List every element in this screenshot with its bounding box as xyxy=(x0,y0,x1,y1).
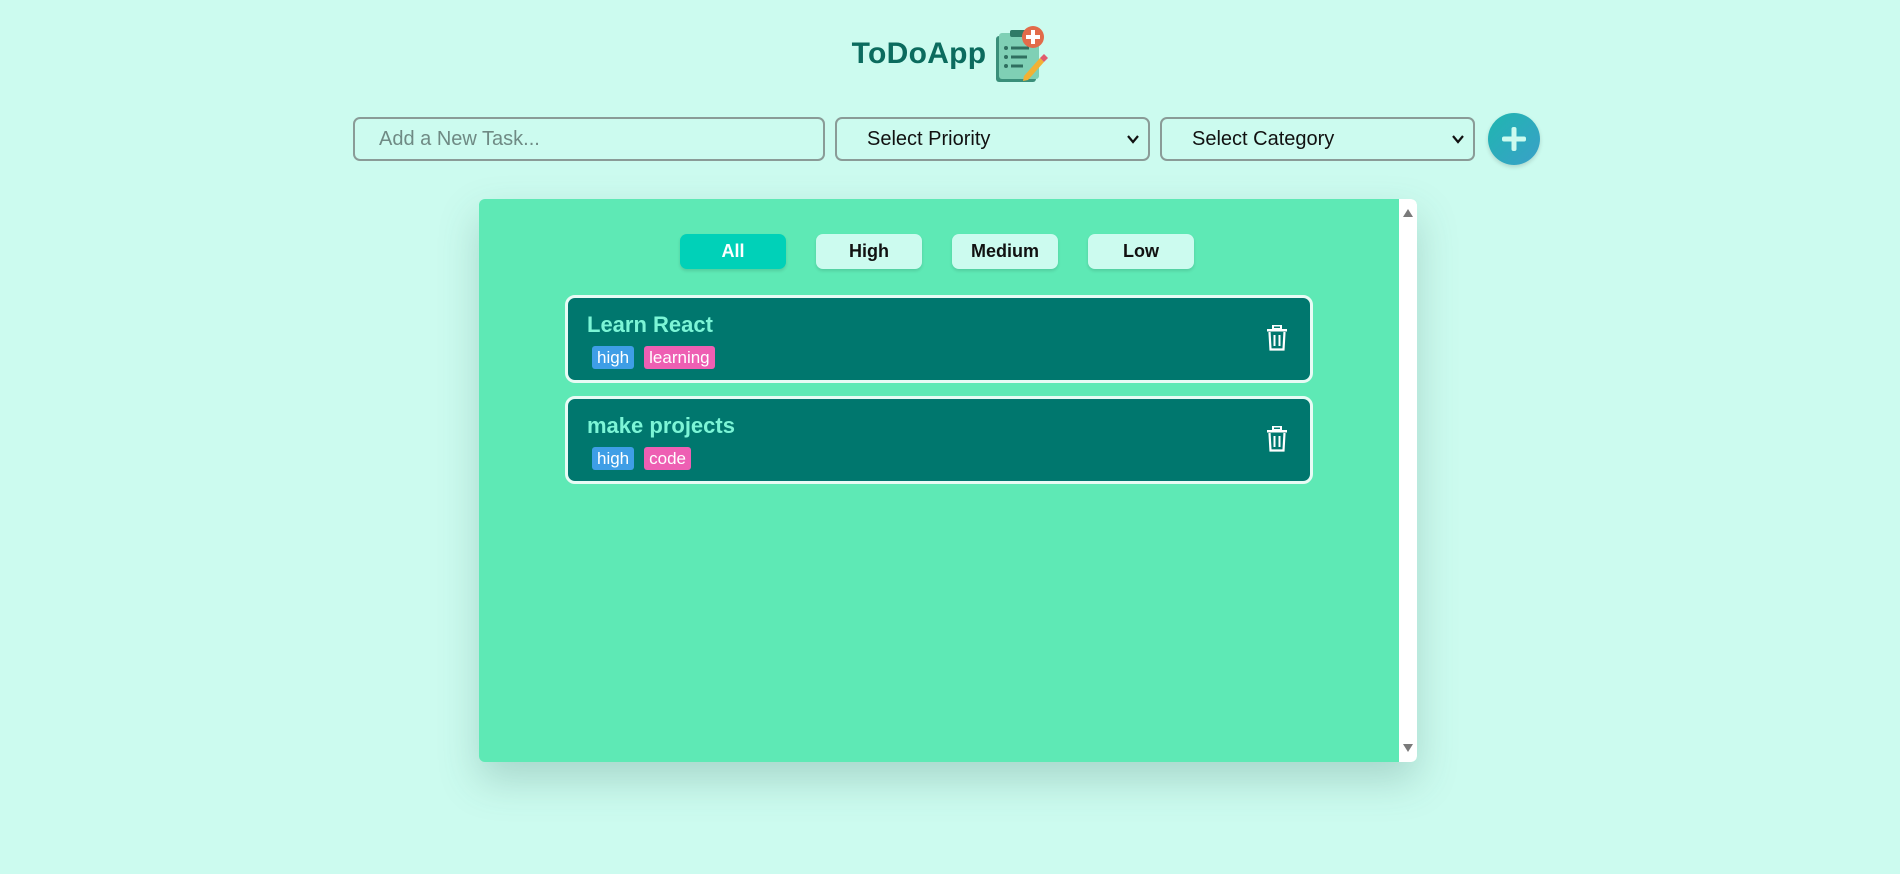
task-panel: All High Medium Low Learn React high lea… xyxy=(479,199,1417,762)
plus-icon xyxy=(1502,127,1526,151)
priority-tag: high xyxy=(592,447,635,470)
task-entry-bar: Select Priority Select Category xyxy=(353,113,1540,165)
filter-label: High xyxy=(849,241,889,261)
trash-icon[interactable] xyxy=(1266,426,1288,452)
add-task-button[interactable] xyxy=(1488,113,1540,165)
priority-tag: high xyxy=(592,346,635,369)
filter-high-button[interactable]: High xyxy=(816,234,922,269)
scroll-up-arrow-icon[interactable] xyxy=(1402,208,1414,218)
priority-select[interactable]: Select Priority xyxy=(835,117,1150,161)
task-tags: high learning xyxy=(587,346,1291,369)
filter-label: Low xyxy=(1123,241,1159,261)
app-header: ToDoApp xyxy=(0,24,1900,84)
task-panel-scrollbar[interactable] xyxy=(1399,199,1417,762)
task-item: make projects high code xyxy=(565,396,1313,484)
new-task-input[interactable] xyxy=(353,117,825,161)
task-item: Learn React high learning xyxy=(565,295,1313,383)
chevron-down-icon xyxy=(1127,135,1139,144)
task-title: Learn React xyxy=(587,312,713,337)
task-title: make projects xyxy=(587,413,735,438)
filter-label: Medium xyxy=(970,241,1039,261)
category-select[interactable]: Select Category xyxy=(1160,117,1475,161)
app-title: ToDoApp xyxy=(851,37,987,70)
filter-low-button[interactable]: Low xyxy=(1088,234,1194,269)
scroll-down-arrow-icon[interactable] xyxy=(1402,743,1414,753)
category-tag: learning xyxy=(644,346,715,369)
task-list: Learn React high learning make projects … xyxy=(565,295,1313,497)
category-tag: code xyxy=(644,447,692,470)
filter-label: All xyxy=(721,241,745,261)
filter-medium-button[interactable]: Medium xyxy=(952,234,1058,269)
clipboard-plus-pencil-icon xyxy=(996,26,1049,82)
priority-filter-bar: All High Medium Low xyxy=(680,234,1194,269)
todo-app: ToDoApp Select Priority Select xyxy=(0,0,1900,874)
task-tags: high code xyxy=(587,447,1291,470)
chevron-down-icon xyxy=(1452,135,1464,144)
priority-select-value: Select Priority xyxy=(867,127,991,150)
category-select-value: Select Category xyxy=(1192,127,1335,150)
filter-all-button[interactable]: All xyxy=(680,234,786,269)
trash-icon[interactable] xyxy=(1266,325,1288,351)
